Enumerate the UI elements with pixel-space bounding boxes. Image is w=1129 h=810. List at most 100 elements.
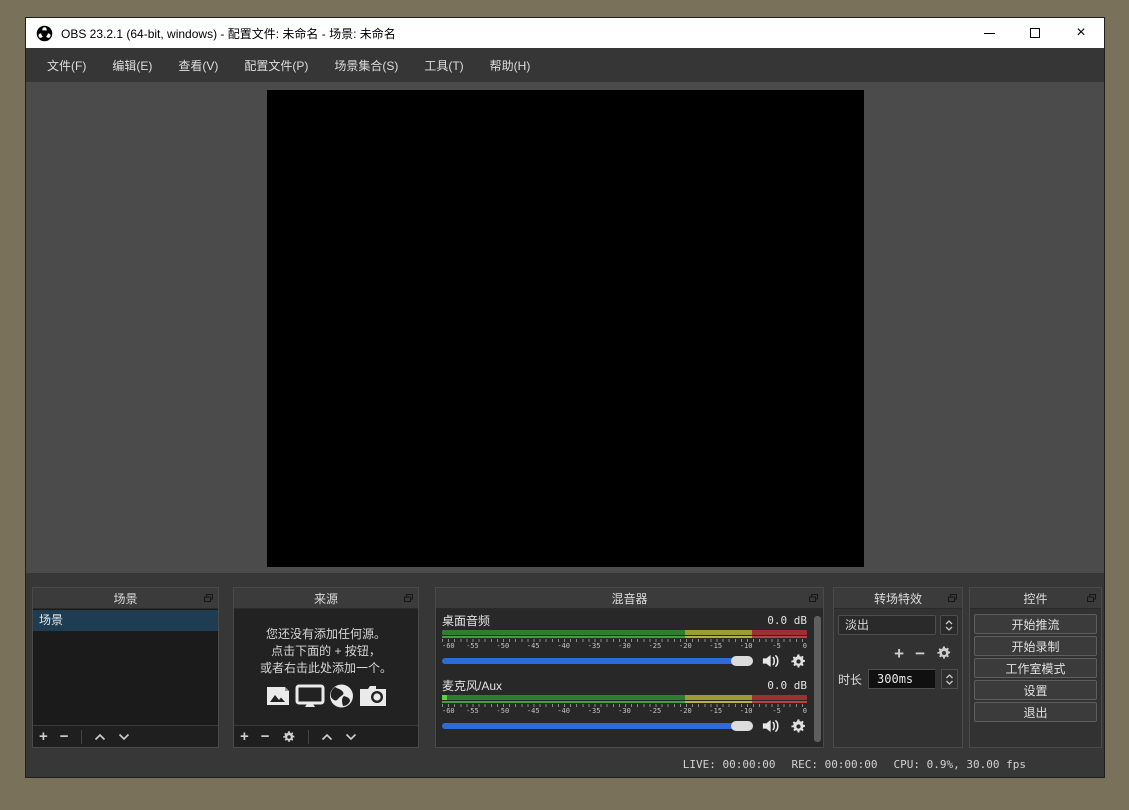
scene-move-up-button[interactable] (94, 733, 106, 741)
sources-panel-title: 来源 (314, 590, 338, 607)
minimize-icon (984, 33, 995, 34)
remove-source-button[interactable]: − (261, 729, 270, 744)
controls-panel-header: 控件 (970, 588, 1101, 609)
sources-empty-text: 您还没有添加任何源。 (266, 626, 386, 643)
start-recording-button[interactable]: 开始录制 (974, 636, 1097, 656)
status-bar: LIVE: 00:00:00 REC: 00:00:00 CPU: 0.9%, … (26, 751, 1104, 777)
globe-source-icon (328, 683, 355, 709)
desktop-background: OBS 23.2.1 (64-bit, windows) - 配置文件: 未命名… (0, 0, 1129, 810)
speaker-icon[interactable] (762, 718, 781, 734)
mixer-scrollbar[interactable] (814, 616, 821, 742)
popout-icon (404, 594, 413, 602)
transition-select[interactable]: 淡出 (838, 615, 936, 635)
close-button[interactable]: × (1058, 18, 1104, 48)
dock-area: 场景 场景 + − (26, 573, 1104, 753)
volume-meter: -60 -55 -50 -45 -40 -35 -30 -25 -20 -15 (442, 630, 807, 650)
menu-bar: 文件(F) 编辑(E) 查看(V) 配置文件(P) 场景集合(S) 工具(T) … (26, 48, 1104, 82)
maximize-button[interactable] (1012, 18, 1058, 48)
channel-db-value: 0.0 dB (767, 679, 807, 692)
chevron-down-icon (945, 626, 953, 631)
menu-help[interactable]: 帮助(H) (479, 52, 542, 79)
mixer-panel-header: 混音器 (436, 588, 823, 609)
mixer-panel-title: 混音器 (611, 590, 647, 607)
sources-panel-header: 来源 (234, 588, 418, 609)
remove-transition-button[interactable]: − (915, 645, 925, 662)
camera-source-icon (358, 683, 388, 709)
transition-select-stepper[interactable] (940, 615, 958, 635)
menu-file[interactable]: 文件(F) (36, 52, 97, 79)
cpu-fps: CPU: 0.9%, 30.00 fps (894, 758, 1026, 771)
chevron-up-icon (945, 674, 954, 679)
add-source-button[interactable]: + (240, 729, 249, 744)
chevron-up-icon (945, 620, 953, 625)
scenes-panel-header: 场景 (33, 588, 218, 609)
scene-move-down-button[interactable] (118, 733, 130, 741)
menu-scene-collection[interactable]: 场景集合(S) (323, 52, 409, 79)
obs-window: OBS 23.2.1 (64-bit, windows) - 配置文件: 未命名… (25, 17, 1105, 778)
live-time: LIVE: 00:00:00 (683, 758, 776, 771)
add-transition-button[interactable]: + (894, 645, 904, 662)
menu-profile[interactable]: 配置文件(P) (233, 52, 319, 79)
preview-canvas[interactable] (267, 90, 864, 567)
slider-groove[interactable] (442, 723, 753, 729)
transitions-panel-title: 转场特效 (874, 590, 922, 607)
transitions-body: 淡出 + − 时长 3 (834, 609, 962, 747)
source-properties-gear-button[interactable] (282, 730, 296, 744)
sources-panel: 来源 您还没有添加任何源。 点击下面的 + 按钮， 或者右击此处添加一个。 (233, 587, 419, 748)
display-source-icon (295, 683, 325, 709)
channel-name: 桌面音频 (442, 612, 490, 629)
live-level-indicator (442, 695, 447, 700)
transitions-panel: 转场特效 淡出 + (833, 587, 963, 748)
channel-name: 麦克风/Aux (442, 677, 502, 694)
start-streaming-button[interactable]: 开始推流 (974, 614, 1097, 634)
channel-db-value: 0.0 dB (767, 614, 807, 627)
titlebar[interactable]: OBS 23.2.1 (64-bit, windows) - 配置文件: 未命名… (26, 18, 1104, 48)
scenes-panel: 场景 场景 + − (32, 587, 219, 748)
controls-panel-title: 控件 (1023, 590, 1047, 607)
scene-list: 场景 (33, 609, 218, 725)
meter-scale: -60 -55 -50 -45 -40 -35 -30 -25 -20 -15 (442, 707, 807, 715)
volume-slider[interactable] (442, 656, 753, 666)
channel-settings-gear-button[interactable] (790, 653, 807, 670)
toolbar-separator (308, 730, 309, 744)
add-scene-button[interactable]: + (39, 729, 48, 744)
duration-input[interactable]: 300ms (868, 669, 935, 689)
rec-time: REC: 00:00:00 (791, 758, 877, 771)
image-source-icon (264, 683, 292, 709)
meter-scale: -60 -55 -50 -45 -40 -35 -30 -25 -20 -15 (442, 642, 807, 650)
menu-edit[interactable]: 编辑(E) (101, 52, 163, 79)
transitions-panel-header: 转场特效 (834, 588, 962, 609)
menu-view[interactable]: 查看(V) (167, 52, 229, 79)
source-move-up-button[interactable] (321, 733, 333, 741)
sources-toolbar: + − (234, 725, 418, 747)
settings-button[interactable]: 设置 (974, 680, 1097, 700)
remove-scene-button[interactable]: − (60, 729, 69, 744)
menu-tools[interactable]: 工具(T) (413, 52, 474, 79)
speaker-icon[interactable] (762, 653, 781, 669)
studio-mode-button[interactable]: 工作室模式 (974, 658, 1097, 678)
transition-properties-gear-button[interactable] (936, 645, 952, 661)
exit-button[interactable]: 退出 (974, 702, 1097, 722)
duration-label: 时长 (838, 671, 862, 688)
mixer-channel-mic-aux: 麦克风/Aux 0.0 dB -60 -55 -50 (442, 677, 807, 735)
popout-icon (1087, 594, 1096, 602)
controls-body: 开始推流 开始录制 工作室模式 设置 退出 (970, 609, 1101, 747)
slider-groove[interactable] (442, 658, 753, 664)
mixer-panel: 混音器 桌面音频 0.0 dB (435, 587, 824, 748)
popout-icon (948, 594, 957, 602)
volume-meter: -60 -55 -50 -45 -40 -35 -30 -25 -20 -15 (442, 695, 807, 715)
slider-handle[interactable] (731, 656, 753, 666)
volume-slider[interactable] (442, 721, 753, 731)
popout-icon (204, 594, 213, 602)
scene-list-item[interactable]: 场景 (33, 610, 218, 631)
scenes-toolbar: + − (33, 725, 218, 747)
window-title: OBS 23.2.1 (64-bit, windows) - 配置文件: 未命名… (61, 25, 396, 42)
mixer-channel-desktop-audio: 桌面音频 0.0 dB -60 -55 -50 -45 (442, 612, 807, 670)
channel-settings-gear-button[interactable] (790, 718, 807, 735)
slider-handle[interactable] (731, 721, 753, 731)
minimize-button[interactable] (966, 18, 1012, 48)
duration-stepper[interactable] (941, 669, 958, 689)
popout-icon (809, 594, 818, 602)
source-move-down-button[interactable] (345, 733, 357, 741)
sources-empty-state[interactable]: 您还没有添加任何源。 点击下面的 + 按钮， 或者右击此处添加一个。 (234, 609, 418, 725)
